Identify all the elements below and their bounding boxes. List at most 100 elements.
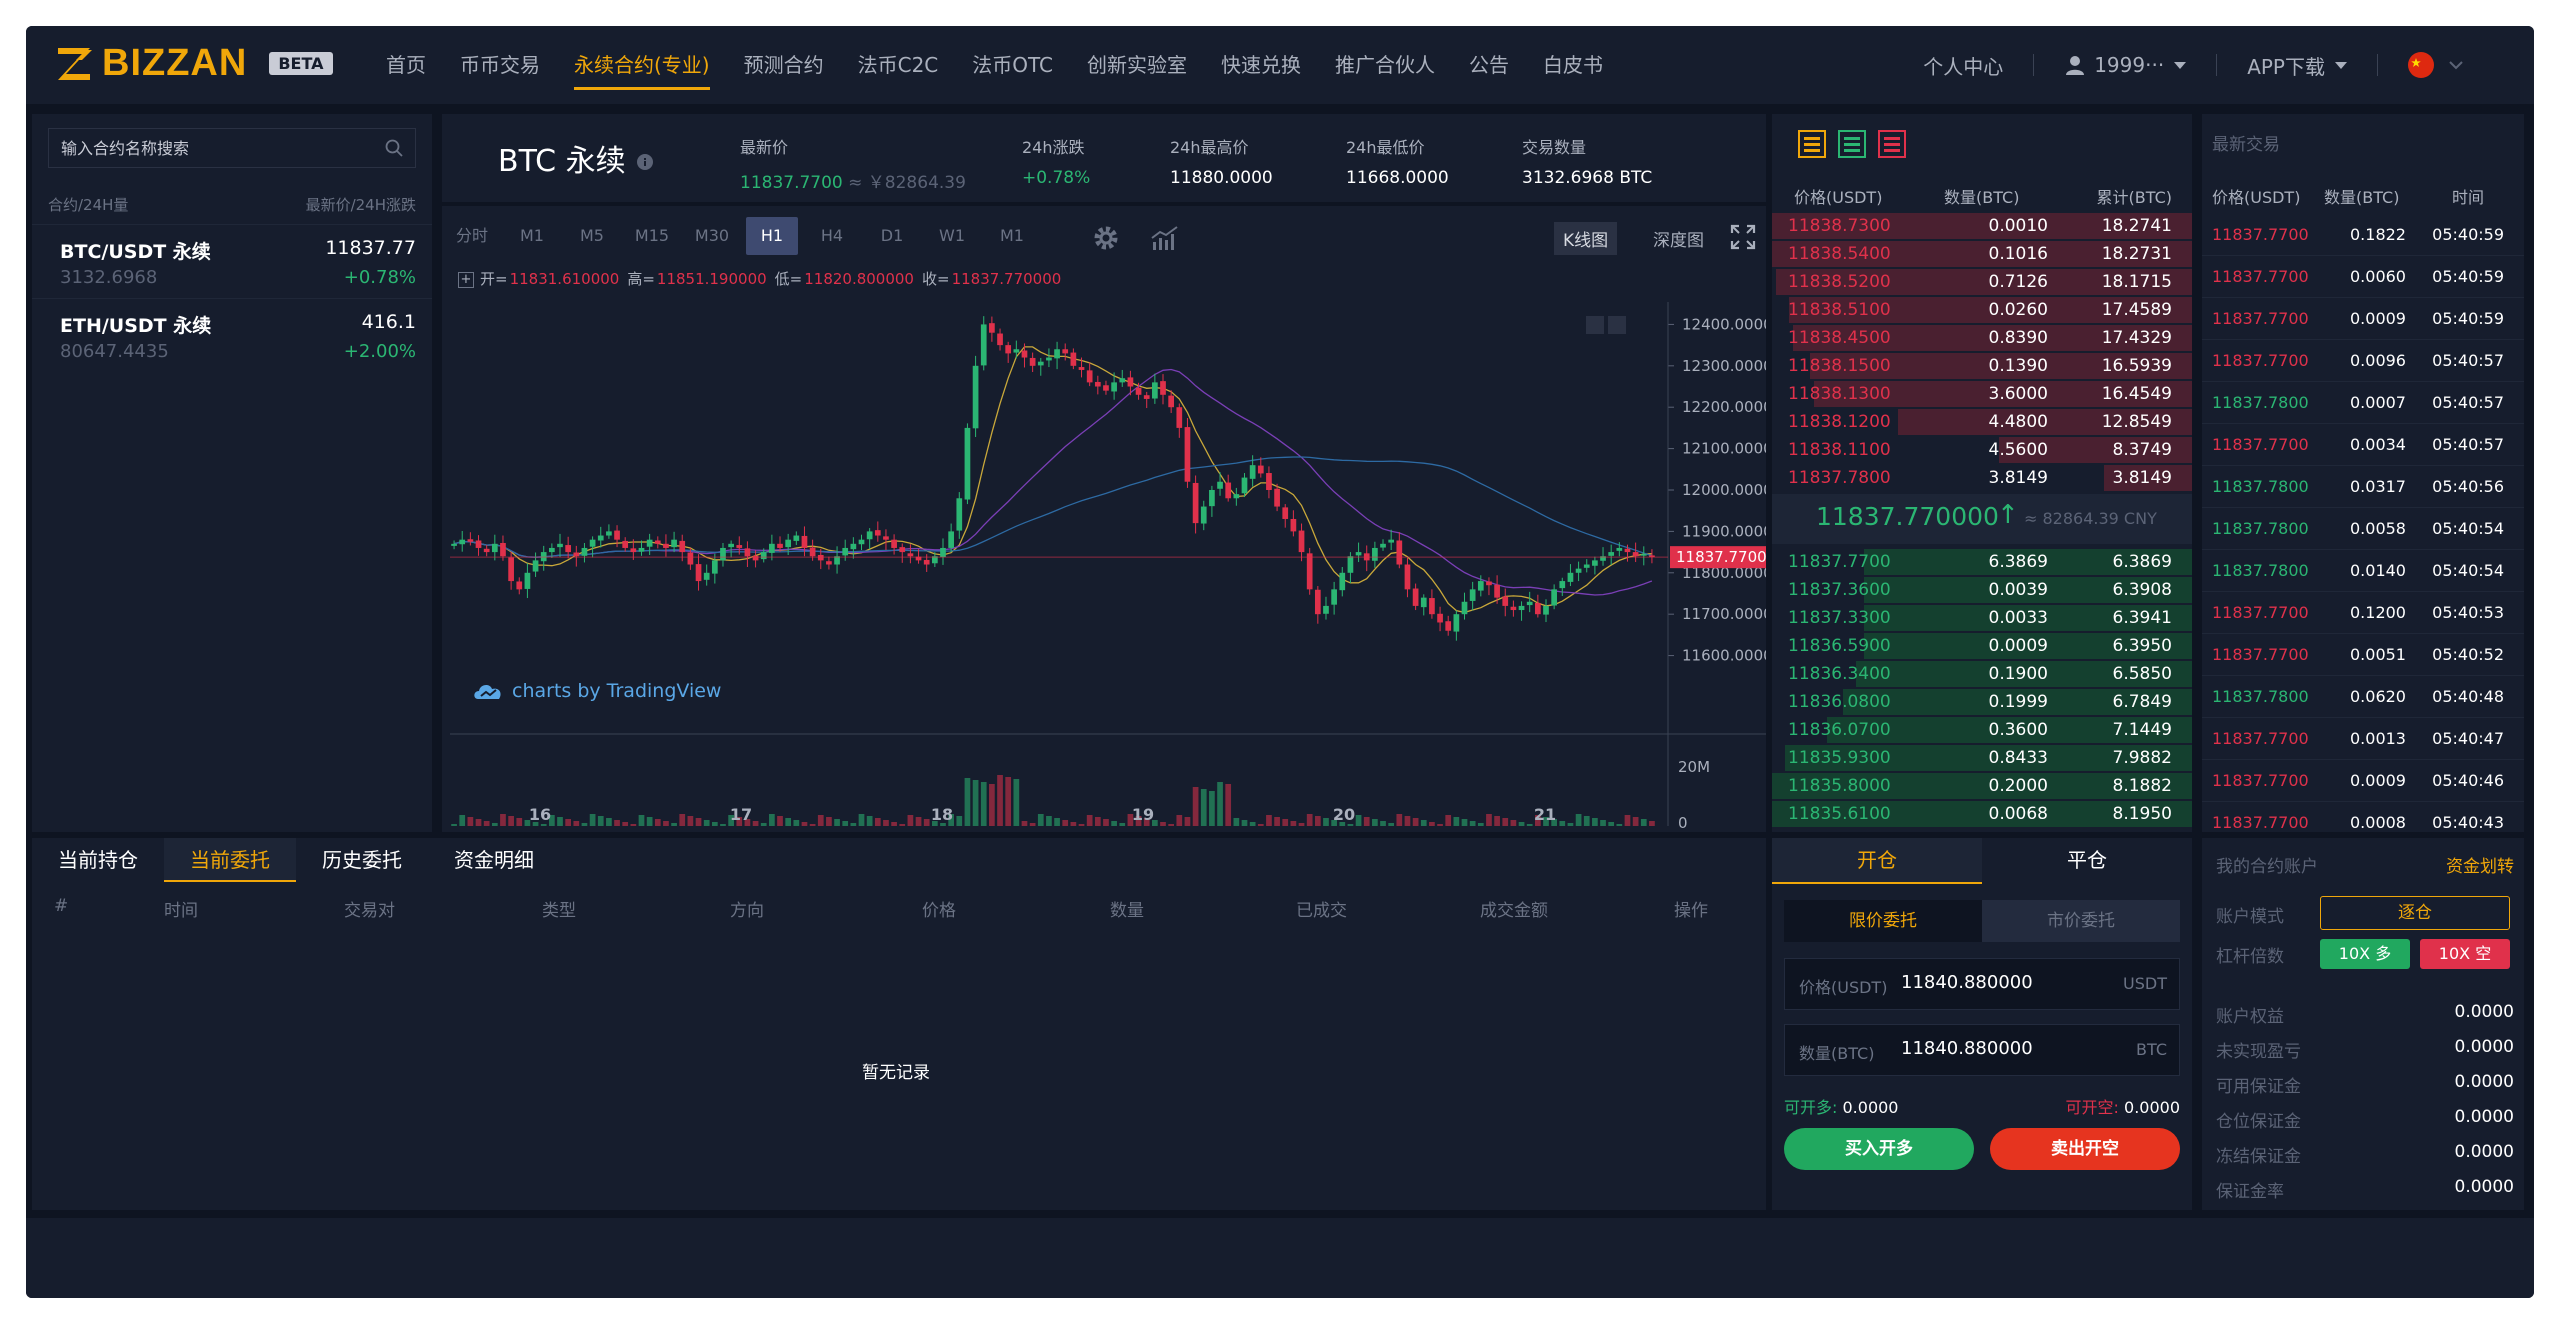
fullscreen-icon[interactable] [1730, 224, 1756, 250]
bid-row[interactable]: 11836.0700 0.3600 7.1449 [1772, 716, 2192, 744]
scroll-left-button[interactable] [1586, 316, 1604, 334]
bid-row[interactable]: 11836.5900 0.0009 6.3950 [1772, 632, 2192, 660]
market-volume: 80647.4435 [60, 341, 169, 362]
ask-row[interactable]: 11838.5100 0.0260 17.4589 [1772, 296, 2192, 324]
candle-body [516, 581, 523, 590]
candle-body [475, 540, 482, 548]
ticker-value: 11880.0000 [1170, 168, 1273, 188]
ask-row[interactable]: 11838.1500 0.1390 16.5939 [1772, 352, 2192, 380]
nav-item-1[interactable]: 币币交易 [460, 26, 540, 104]
user-menu[interactable]: 1999··· [2064, 53, 2187, 77]
ask-row[interactable]: 11838.5400 0.1016 18.2731 [1772, 240, 2192, 268]
orders-column-header: 方向 [730, 901, 764, 921]
scroll-right-button[interactable] [1608, 316, 1626, 334]
transfer-link[interactable]: 资金划转 [2446, 852, 2514, 877]
legend-toggle-icon[interactable]: + [458, 271, 474, 288]
tab-open-position[interactable]: 开仓 [1772, 838, 1982, 884]
nav-item-4[interactable]: 法币C2C [858, 26, 939, 104]
nav-item-8[interactable]: 推广合伙人 [1335, 26, 1435, 104]
orderbook-both-icon[interactable] [1798, 130, 1826, 158]
sell-short-button[interactable]: 卖出开空 [1990, 1128, 2180, 1170]
market-row-btc[interactable]: BTC/USDT 永续 3132.6968 11837.77 +0.78% [32, 224, 432, 296]
orders-tab-2[interactable]: 历史委托 [296, 838, 428, 882]
timeframe-2[interactable]: M5 [562, 217, 622, 255]
gear-icon[interactable] [1092, 224, 1120, 252]
timeframe-4[interactable]: M30 [682, 217, 742, 255]
bid-row[interactable]: 11835.9300 0.8433 7.9882 [1772, 744, 2192, 772]
ask-row[interactable]: 11838.1100 4.5600 8.3749 [1772, 436, 2192, 464]
search-icon[interactable] [385, 139, 403, 157]
personal-center-link[interactable]: 个人中心 [1923, 51, 2003, 80]
ask-row[interactable]: 11838.1300 3.6000 16.4549 [1772, 380, 2192, 408]
margin-mode-button[interactable]: 逐仓 [2320, 896, 2510, 930]
quantity-field-value[interactable]: 11840.880000 [1901, 1038, 2033, 1059]
indicators-icon[interactable] [1150, 224, 1180, 252]
timeframe-0[interactable]: 分时 [442, 217, 502, 255]
buy-long-button[interactable]: 买入开多 [1784, 1128, 1974, 1170]
bid-row[interactable]: 11837.3300 0.0033 6.3941 [1772, 604, 2192, 632]
bid-row[interactable]: 11836.3400 0.1900 6.5850 [1772, 660, 2192, 688]
x-tick-label: 20 [1333, 805, 1355, 824]
market-row-eth[interactable]: ETH/USDT 永续 80647.4435 416.1 +2.00% [32, 298, 432, 370]
ask-row[interactable]: 11838.7300 0.0010 18.2741 [1772, 212, 2192, 240]
orders-tab-1[interactable]: 当前委托 [164, 838, 296, 882]
bid-row[interactable]: 11836.0800 0.1999 6.7849 [1772, 688, 2192, 716]
leverage-short-button[interactable]: 10X 空 [2420, 939, 2510, 969]
market-header-right[interactable]: 最新价/24H涨跌 [306, 194, 416, 215]
orderbook-asks-icon[interactable] [1878, 130, 1906, 158]
market-search [48, 128, 416, 168]
candle-body [1086, 370, 1093, 383]
timeframe-3[interactable]: M15 [622, 217, 682, 255]
bid-row[interactable]: 11837.3600 0.0039 6.3908 [1772, 576, 2192, 604]
nav-item-9[interactable]: 公告 [1469, 26, 1509, 104]
candlestick-chart[interactable]: 12400.000000 12300.000000 12200.000000 1210… [442, 302, 1766, 832]
ask-row[interactable]: 11838.4500 0.8390 17.4329 [1772, 324, 2192, 352]
ohlc-close: 11837.770000 [951, 270, 1062, 288]
nav-item-7[interactable]: 快速兑换 [1221, 26, 1301, 104]
tab-kline[interactable]: K线图 [1554, 222, 1618, 255]
candle-body [1062, 349, 1069, 354]
nav-item-10[interactable]: 白皮书 [1543, 26, 1603, 104]
tab-limit-order[interactable]: 限价委托 [1784, 900, 1982, 942]
nav-item-6[interactable]: 创新实验室 [1087, 26, 1187, 104]
timeframe-8[interactable]: W1 [922, 217, 982, 255]
timeframe-7[interactable]: D1 [862, 217, 922, 255]
timeframe-6[interactable]: H4 [802, 217, 862, 255]
volume-bar [956, 816, 963, 826]
tab-market-order[interactable]: 市价委托 [1982, 900, 2180, 942]
orders-tab-3[interactable]: 资金明细 [428, 838, 560, 882]
market-list-header: 合约/24H量 最新价/24H涨跌 [48, 194, 416, 215]
bid-row[interactable]: 11837.7700 6.3869 6.3869 [1772, 548, 2192, 576]
nav-item-0[interactable]: 首页 [386, 26, 426, 104]
ask-row[interactable]: 11838.5200 0.7126 18.1715 [1772, 268, 2192, 296]
bid-row[interactable]: 11835.8000 0.2000 8.1882 [1772, 772, 2192, 800]
market-header-left[interactable]: 合约/24H量 [48, 194, 128, 215]
logo[interactable]: BIZZAN BETA [56, 42, 333, 85]
tradingview-watermark[interactable]: charts by TradingView [472, 680, 721, 702]
orderbook-bids-icon[interactable] [1838, 130, 1866, 158]
timeframe-9[interactable]: M1 [982, 217, 1042, 255]
price-field[interactable]: 价格(USDT) 11840.880000 USDT [1784, 958, 2180, 1010]
candle-body [614, 530, 620, 540]
timeframe-5[interactable]: H1 [746, 217, 798, 255]
language-menu[interactable] [2408, 52, 2464, 78]
nav-item-5[interactable]: 法币OTC [972, 26, 1053, 104]
price-field-value[interactable]: 11840.880000 [1901, 972, 2033, 993]
quantity-field[interactable]: 数量(BTC) 11840.880000 BTC [1784, 1024, 2180, 1076]
ask-row[interactable]: 11837.7800 3.8149 3.8149 [1772, 464, 2192, 492]
bid-row[interactable]: 11835.6100 0.0068 8.1950 [1772, 800, 2192, 828]
info-icon[interactable] [637, 154, 653, 170]
tab-depth[interactable]: 深度图 [1644, 222, 1713, 255]
trade-row: 11837.7700 0.0051 05:40:52 [2202, 634, 2524, 676]
ask-row[interactable]: 11838.1200 4.4800 12.8549 [1772, 408, 2192, 436]
nav-item-2[interactable]: 永续合约(专业) [574, 26, 710, 104]
tab-close-position[interactable]: 平仓 [1982, 838, 2192, 884]
leverage-long-button[interactable]: 10X 多 [2320, 939, 2410, 969]
orders-tab-0[interactable]: 当前持仓 [32, 838, 164, 882]
app-download-menu[interactable]: APP下载 [2247, 51, 2347, 80]
nav-item-3[interactable]: 预测合约 [744, 26, 824, 104]
market-search-input[interactable] [49, 129, 369, 167]
volume-bar [1037, 814, 1044, 826]
trade-qty: 0.0317 [2350, 477, 2406, 496]
timeframe-1[interactable]: M1 [502, 217, 562, 255]
